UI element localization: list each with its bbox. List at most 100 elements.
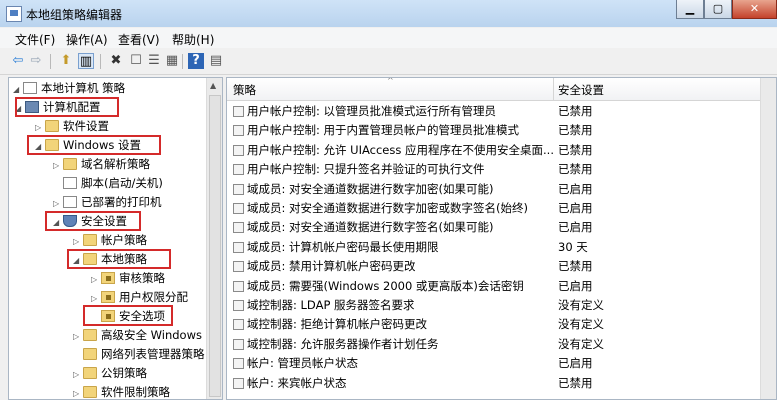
policy-item-icon	[233, 125, 244, 137]
table-row[interactable]: 用户帐户控制: 用于内置管理员帐户的管理员批准模式 已禁用	[227, 121, 763, 140]
policy-item-icon	[233, 319, 244, 331]
locked-folder-icon	[101, 272, 115, 284]
show-tree-icon[interactable]: ▥	[78, 53, 94, 69]
table-row[interactable]: 用户帐户控制: 只提升签名并验证的可执行文件 已禁用	[227, 160, 763, 179]
policy-name: 域成员: 计算机帐户密码最长使用期限	[247, 239, 439, 254]
window-controls: ▁ ▢ ✕	[676, 0, 777, 20]
policy-name: 域成员: 需要强(Windows 2000 或更高版本)会话密钥	[247, 278, 524, 293]
policy-setting: 已启用	[558, 356, 593, 371]
tree-node-network-list[interactable]: 网络列表管理器策略	[73, 345, 205, 363]
scroll-thumb[interactable]	[209, 95, 221, 397]
policy-item-icon	[233, 164, 244, 176]
table-row[interactable]: 域控制器: 允许服务器操作者计划任务 没有定义	[227, 335, 763, 354]
policy-item-icon	[233, 144, 244, 156]
tree-node-user-rights[interactable]: ▷ 用户权限分配	[91, 288, 188, 306]
close-button[interactable]: ✕	[732, 0, 777, 19]
tree-label: 帐户策略	[101, 233, 147, 247]
table-row[interactable]: 域控制器: 拒绝计算机帐户密码更改 没有定义	[227, 315, 763, 334]
title-bar: 本地组策略编辑器 ▁ ▢ ✕	[0, 0, 777, 27]
column-header-policy[interactable]: 策略	[233, 82, 256, 98]
policy-name: 域成员: 对安全通道数据进行数字加密或数字签名(始终)	[247, 201, 529, 215]
tree-scrollbar[interactable]: ▲	[206, 78, 222, 399]
policy-item-icon	[233, 241, 244, 253]
menu-help[interactable]: 帮助(H)	[172, 31, 214, 48]
policy-name: 域成员: 禁用计算机帐户密码更改	[247, 259, 416, 274]
policy-name: 域控制器: 拒绝计算机帐户密码更改	[247, 317, 428, 332]
column-divider[interactable]	[553, 78, 554, 100]
tree-node-dns-policy[interactable]: ▷ 域名解析策略	[53, 155, 150, 173]
tree-node-software-settings[interactable]: ▷ 软件设置	[35, 117, 109, 135]
collapse-arrow-icon[interactable]: ▷	[73, 366, 83, 384]
policy-setting: 已禁用	[558, 142, 593, 157]
table-row[interactable]: 域成员: 禁用计算机帐户密码更改 已禁用	[227, 257, 763, 276]
window-title: 本地组策略编辑器	[26, 8, 123, 22]
printer-icon	[63, 196, 77, 208]
policy-name: 域控制器: LDAP 服务器签名要求	[247, 298, 415, 312]
tree-node-root[interactable]: ◢ 本地计算机 策略	[13, 79, 125, 97]
policy-item-icon	[233, 261, 244, 273]
folder-icon	[83, 234, 97, 246]
tree-node-account-policy[interactable]: ▷ 帐户策略	[73, 231, 147, 249]
properties-icon[interactable]: ☐	[128, 53, 144, 69]
table-row[interactable]: 域成员: 对安全通道数据进行数字加密(如果可能) 已启用	[227, 180, 763, 199]
forward-arrow-icon[interactable]: ⇨	[28, 53, 44, 69]
policy-setting: 没有定义	[558, 317, 604, 332]
policy-name: 域成员: 对安全通道数据进行数字加密(如果可能)	[247, 181, 494, 196]
policy-name: 用户帐户控制: 以管理员批准模式运行所有管理员	[247, 104, 497, 118]
tree-node-software-restriction[interactable]: ▷ 软件限制策略	[73, 383, 170, 399]
tree-label: 审核策略	[119, 271, 165, 285]
folder-icon	[45, 120, 59, 132]
list-scrollbar[interactable]	[760, 78, 776, 399]
policy-item-icon	[233, 338, 244, 350]
table-row[interactable]: 域成员: 需要强(Windows 2000 或更高版本)会话密钥 已启用	[227, 277, 763, 296]
locked-folder-icon	[101, 291, 115, 303]
delete-icon[interactable]: ✖	[108, 53, 124, 69]
export-list-icon[interactable]: ☰	[146, 53, 162, 69]
show-hide-action-pane-icon[interactable]: ▤	[208, 53, 224, 69]
tree-node-public-key[interactable]: ▷ 公钥策略	[73, 364, 147, 382]
policy-document-icon	[23, 82, 37, 94]
tree-node-scripts[interactable]: 脚本(启动/关机)	[53, 174, 163, 192]
table-row[interactable]: 帐户: 来宾帐户状态 已禁用	[227, 374, 763, 393]
firewall-icon	[83, 329, 97, 341]
collapse-arrow-icon[interactable]: ▷	[73, 328, 83, 346]
tree-node-audit-policy[interactable]: ▷ 审核策略	[91, 269, 165, 287]
table-row[interactable]: 域成员: 对安全通道数据进行数字加密或数字签名(始终) 已启用	[227, 199, 763, 218]
collapse-arrow-icon[interactable]: ▷	[91, 271, 101, 289]
minimize-button[interactable]: ▁	[676, 0, 704, 19]
tree-node-printers[interactable]: ▷ 已部署的打印机	[53, 193, 162, 211]
tree-label: 脚本(启动/关机)	[81, 176, 163, 190]
table-row[interactable]: 用户帐户控制: 允许 UIAccess 应用程序在不使用安全桌面... 已禁用	[227, 141, 763, 160]
policy-name: 域控制器: 允许服务器操作者计划任务	[247, 336, 439, 351]
table-row[interactable]: 帐户: 管理员帐户状态 已启用	[227, 354, 763, 373]
policy-item-icon	[233, 280, 244, 292]
back-arrow-icon[interactable]: ⇦	[10, 53, 26, 69]
folder-icon	[83, 386, 97, 398]
policy-setting: 已禁用	[558, 123, 593, 138]
scroll-up-arrow-icon[interactable]: ▲	[210, 81, 216, 90]
policy-setting: 没有定义	[558, 298, 604, 312]
highlight-box-computer-config	[15, 97, 119, 117]
refresh-icon[interactable]: ▦	[164, 53, 180, 69]
highlight-box-security-settings	[45, 211, 141, 231]
tree-node-advanced-firewall[interactable]: ▷ 高级安全 Windows	[73, 326, 202, 344]
policy-setting: 已禁用	[558, 104, 593, 118]
table-row[interactable]: 域成员: 计算机帐户密码最长使用期限 30 天	[227, 238, 763, 257]
tree-label: 用户权限分配	[119, 290, 188, 304]
table-row[interactable]: 用户帐户控制: 以管理员批准模式运行所有管理员 已禁用	[227, 102, 763, 121]
collapse-arrow-icon[interactable]: ▷	[53, 157, 63, 175]
menu-action[interactable]: 操作(A)	[66, 31, 108, 48]
menu-file[interactable]: 文件(F)	[15, 31, 55, 48]
table-row[interactable]: 域成员: 对安全通道数据进行数字签名(如果可能) 已启用	[227, 218, 763, 237]
script-icon	[63, 177, 77, 189]
maximize-button[interactable]: ▢	[704, 0, 732, 19]
help-icon[interactable]: ?	[188, 53, 204, 69]
app-window: 本地组策略编辑器 ▁ ▢ ✕ 文件(F) 操作(A) 查看(V) 帮助(H) ⇦…	[0, 0, 777, 400]
toolbar-separator	[50, 54, 51, 69]
menu-view[interactable]: 查看(V)	[118, 31, 160, 48]
up-folder-icon[interactable]: ⬆	[58, 53, 74, 69]
table-row[interactable]: 域控制器: LDAP 服务器签名要求 没有定义	[227, 296, 763, 315]
column-header-setting[interactable]: 安全设置	[558, 82, 604, 98]
policy-setting: 已禁用	[558, 375, 593, 390]
collapse-arrow-icon[interactable]: ▷	[73, 385, 83, 399]
